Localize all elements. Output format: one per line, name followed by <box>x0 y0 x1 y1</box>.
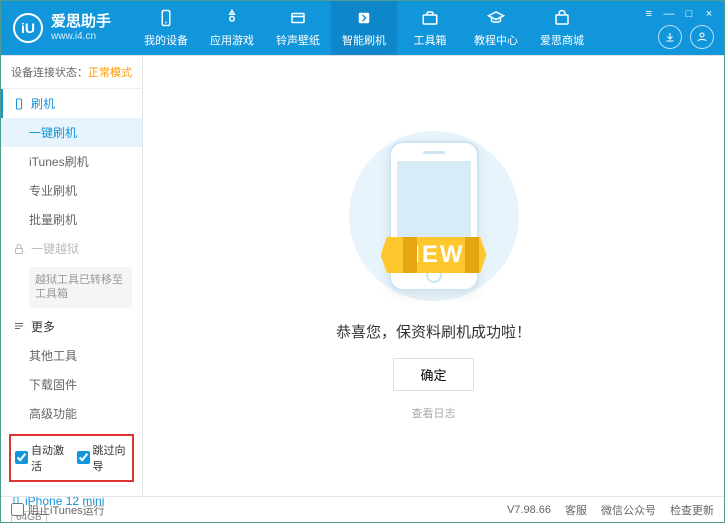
sidebar-jailbreak-section: 一键越狱 <box>1 234 142 263</box>
app-window: iU 爱思助手 www.i4.cn 我的设备 应用游戏 铃声壁纸 智能刷机 <box>0 0 725 523</box>
sidebar-item-othertools[interactable]: 其他工具 <box>1 341 142 370</box>
app-name: 爱思助手 <box>51 14 111 31</box>
view-log-link[interactable]: 查看日志 <box>412 405 456 421</box>
sidebar-flash-section[interactable]: 刷机 <box>1 89 142 118</box>
menu-icon[interactable]: ≡ <box>642 7 656 21</box>
options-highlight-box: 自动激活 跳过向导 <box>9 434 134 482</box>
logo-area: iU 爱思助手 www.i4.cn <box>1 13 123 43</box>
success-illustration: NEW <box>339 131 529 301</box>
main-content: NEW 恭喜您，保资料刷机成功啦！ 确定 查看日志 <box>143 56 724 496</box>
nav-ringtone[interactable]: 铃声壁纸 <box>265 1 331 55</box>
window-controls: ≡ — □ × <box>642 7 716 21</box>
footer-service[interactable]: 客服 <box>565 502 587 518</box>
logo-icon: iU <box>13 13 43 43</box>
lock-icon <box>13 243 25 255</box>
checkbox-skip-setup[interactable]: 跳过向导 <box>77 442 129 474</box>
checkbox-block-itunes[interactable]: 阻止iTunes运行 <box>11 502 105 518</box>
sidebar-item-firmware[interactable]: 下载固件 <box>1 370 142 399</box>
sidebar-item-advanced[interactable]: 高级功能 <box>1 399 142 428</box>
sidebar-item-batch[interactable]: 批量刷机 <box>1 205 142 234</box>
version-label: V7.98.66 <box>507 504 551 516</box>
flash-icon <box>354 8 374 28</box>
ok-button[interactable]: 确定 <box>393 358 473 391</box>
nav-tutorial[interactable]: 教程中心 <box>463 1 529 55</box>
checkbox-auto-activate[interactable]: 自动激活 <box>15 442 67 474</box>
close-button[interactable]: × <box>702 7 716 21</box>
phone-small-icon <box>13 98 25 110</box>
nav-my-device[interactable]: 我的设备 <box>133 1 199 55</box>
success-message: 恭喜您，保资料刷机成功啦！ <box>336 321 531 342</box>
sidebar-item-oneclick[interactable]: 一键刷机 <box>1 118 142 147</box>
footer-update[interactable]: 检查更新 <box>670 502 714 518</box>
download-icon[interactable] <box>658 25 682 49</box>
sidebar-item-itunes[interactable]: iTunes刷机 <box>1 147 142 176</box>
top-nav: 我的设备 应用游戏 铃声壁纸 智能刷机 工具箱 教程中心 <box>133 1 595 55</box>
titlebar: iU 爱思助手 www.i4.cn 我的设备 应用游戏 铃声壁纸 智能刷机 <box>1 1 724 55</box>
new-banner: NEW <box>381 237 487 273</box>
sidebar-more-section[interactable]: 更多 <box>1 312 142 341</box>
maximize-button[interactable]: □ <box>682 7 696 21</box>
minimize-button[interactable]: — <box>662 7 676 21</box>
store-icon <box>552 8 572 28</box>
apps-icon <box>222 8 242 28</box>
footer: 阻止iTunes运行 V7.98.66 客服 微信公众号 检查更新 <box>1 496 724 522</box>
phone-icon <box>156 8 176 28</box>
ringtone-icon <box>288 8 308 28</box>
app-url: www.i4.cn <box>51 31 111 42</box>
list-icon <box>13 320 25 332</box>
user-icon[interactable] <box>690 25 714 49</box>
toolbox-icon <box>420 8 440 28</box>
sidebar-item-pro[interactable]: 专业刷机 <box>1 176 142 205</box>
footer-wechat[interactable]: 微信公众号 <box>601 502 656 518</box>
nav-store[interactable]: 爱思商城 <box>529 1 595 55</box>
sidebar: 设备连接状态：正常模式 刷机 一键刷机 iTunes刷机 专业刷机 批量刷机 一… <box>1 56 143 496</box>
nav-apps[interactable]: 应用游戏 <box>199 1 265 55</box>
jailbreak-note: 越狱工具已转移至工具箱 <box>29 267 132 308</box>
nav-flash[interactable]: 智能刷机 <box>331 1 397 55</box>
connection-status: 设备连接状态：正常模式 <box>1 56 142 89</box>
tutorial-icon <box>486 8 506 28</box>
nav-toolbox[interactable]: 工具箱 <box>397 1 463 55</box>
